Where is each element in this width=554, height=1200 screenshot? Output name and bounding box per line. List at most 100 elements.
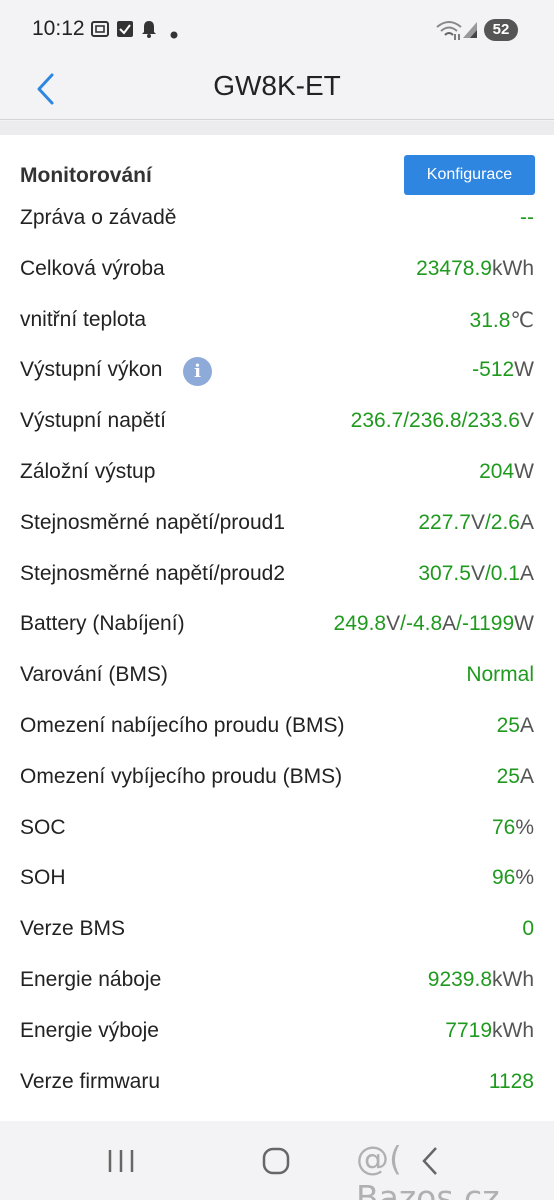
value-unit: A [519,713,534,737]
row-label: Zpráva o závadě [20,206,177,229]
row-value: 9239.8kWh [428,968,534,992]
row-label: Omezení nabíjecího proudu (BMS) [20,713,345,737]
list-item: Výstupní napětí 236.7/236.8/233.6V [0,397,554,448]
row-value: -512W [472,358,534,382]
list-item: Stejnosměrné napětí/proud1 227.7V/2.6A [0,499,554,550]
list-item: Verze BMS 0 [0,905,554,956]
value-unit: kWh [492,256,534,280]
screenshot-icon [90,19,110,44]
value-number: -512 [472,358,515,382]
row-value: Normal [466,663,534,687]
value-unit: V [470,510,485,534]
value-number: 96 [491,866,516,890]
list-item: Omezení vybíjecího proudu (BMS) 25A [0,753,554,804]
dot-icon [170,26,178,44]
value-unit: kWh [492,967,534,991]
page-title: GW8K-ET [213,70,341,101]
row-value: 236.7/236.8/233.6V [351,409,534,433]
status-time: 10:12 [32,17,85,40]
battery-indicator: 52 [484,19,518,41]
row-value: 249.8V/-4.8A/-1199W [334,612,534,636]
row-value: 96% [492,866,534,890]
row-label: Verze BMS [20,917,126,941]
value-number: 25 [496,713,520,737]
value-unit: W [514,358,534,382]
row-value: 204W [479,460,534,484]
recents-button[interactable] [106,1148,136,1179]
list-item: SOC 76% [0,804,554,855]
row-label: Celková výroba [20,256,165,280]
value-unit: W [514,612,534,636]
row-value: 25A [497,714,534,738]
value-number: /-1199 [456,612,515,636]
value-unit: W [514,459,534,483]
row-label: Energie náboje [20,967,162,991]
list-item: Battery (Nabíjení) 249.8V/-4.8A/-1199W [0,600,554,651]
info-icon[interactable]: i [183,357,212,387]
system-nav-bar: @( Bazos.cz [0,1121,554,1200]
row-label: SOC [20,815,66,839]
row-label: Battery (Nabíjení) [20,612,185,636]
checkbox-icon [116,19,134,44]
value-number: /-4.8 [400,612,443,636]
row-value: 307.5V/0.1A [418,562,534,586]
value-number: /2.6 [484,510,520,534]
divider-strip [0,121,554,135]
row-label: Omezení vybíjecího proudu (BMS) [20,764,343,788]
row-value: 31.8℃ [470,308,534,333]
list-item: Omezení nabíjecího proudu (BMS) 25A [0,702,554,753]
list-item: Energie výboje 7719kWh [0,1007,554,1058]
value-unit: A [519,764,534,788]
value-number: 1128 [488,1069,534,1093]
row-value: 76% [492,816,534,840]
config-button[interactable]: Konfigurace [404,155,535,195]
value-number: -- [520,206,534,229]
row-value: 227.7V/2.6A [418,511,534,535]
row-value: 0 [522,917,534,941]
wifi-icon [436,20,462,45]
list-item: Záložní výstup 204W [0,448,554,499]
status-bar: 10:12 52 [0,0,554,62]
list-item: Varování (BMS) Normal [0,651,554,702]
list-item: Stejnosměrné napětí/proud2 307.5V/0.1A [0,550,554,601]
list-item: Energie náboje 9239.8kWh [0,956,554,1007]
bell-icon [140,19,158,44]
row-label: Varování (BMS) [20,663,168,687]
row-label: SOH [20,866,66,890]
recents-icon [108,1150,134,1172]
value-unit: A [519,561,534,585]
app-header: GW8K-ET [0,62,554,120]
value-unit: A [519,510,534,534]
value-unit: V [386,612,401,636]
section-title: Monitorování [20,164,152,187]
list-item: Zpráva o závadě -- [0,194,554,245]
value-unit: kWh [492,1018,534,1042]
row-value: 25A [497,765,534,789]
value-unit: ℃ [510,308,534,332]
home-button[interactable] [262,1147,290,1180]
value-number: 307.5 [418,561,471,585]
value-number: 9239.8 [427,967,492,991]
monitoring-card: Monitorování Konfigurace Zpráva o závadě… [0,135,554,1121]
row-label: Záložní výstup [20,459,156,483]
value-unit: V [470,561,485,585]
value-unit: A [442,612,457,636]
value-number: 236.7/236.8/233.6 [350,409,520,433]
row-label: vnitřní teplota [20,307,147,331]
list-item: SOH 96% [0,854,554,905]
value-number: 76 [491,815,516,839]
value-unit: V [519,409,534,433]
row-label: Stejnosměrné napětí/proud1 [20,510,286,534]
value-number: 0 [522,917,534,941]
row-value: 1128 [489,1070,534,1094]
row-label: Výstupní napětí [20,409,166,433]
row-value: 7719kWh [445,1019,534,1043]
watermark: @( Bazos.cz [356,1139,500,1200]
value-unit: % [515,866,534,890]
value-number: 227.7 [418,510,471,534]
list-item: vnitřní teplota 31.8℃ [0,296,554,347]
value-number: 7719 [445,1018,492,1042]
row-value: 23478.9kWh [416,257,534,281]
value-unit: % [515,815,534,839]
value-number: 249.8 [333,612,387,636]
